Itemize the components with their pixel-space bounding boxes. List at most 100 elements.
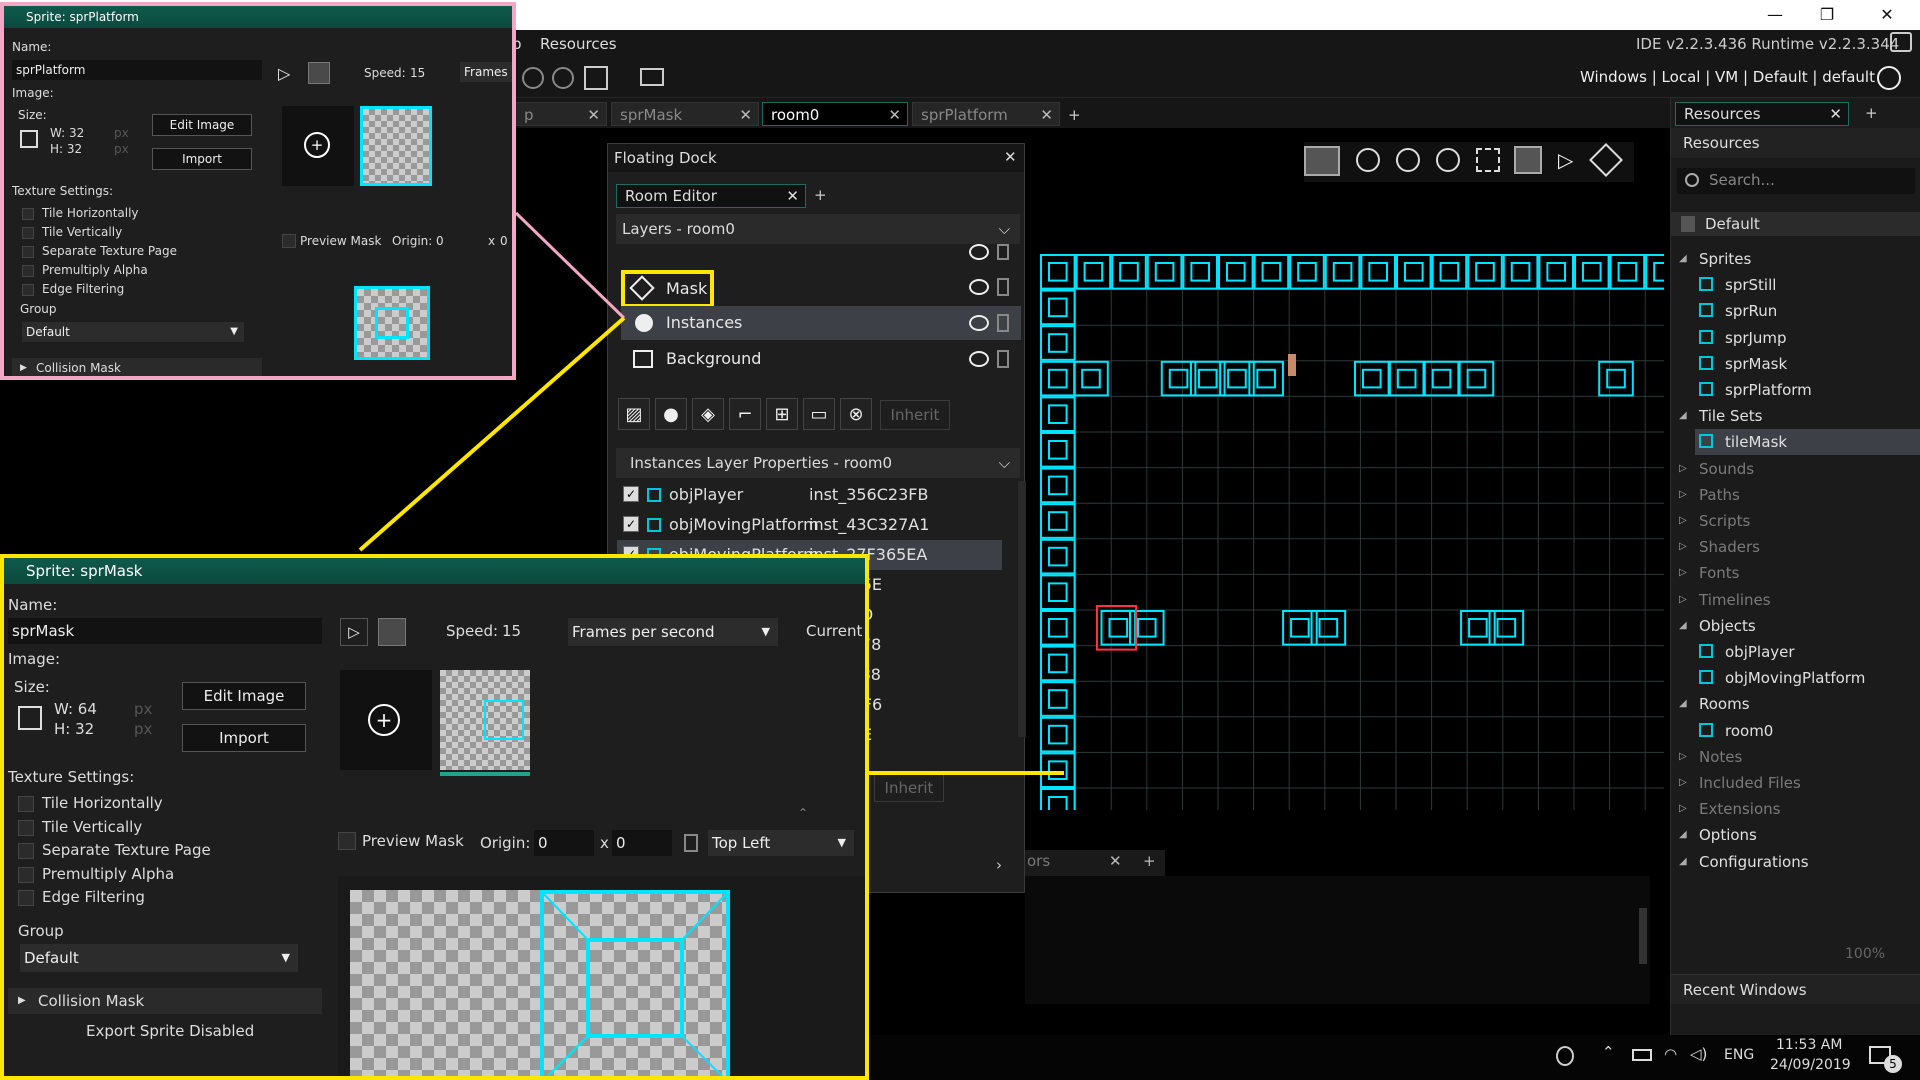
resource-item[interactable]: ◢ Configurations <box>1679 849 1920 875</box>
volume-icon[interactable]: ◁) <box>1690 1045 1707 1063</box>
grid-toggle-icon[interactable] <box>1304 146 1340 176</box>
menu-item-resources[interactable]: Resources <box>540 35 617 53</box>
wifi-icon[interactable]: ◠ <box>1664 1045 1677 1063</box>
collapse-icon[interactable]: ⌃ <box>798 806 808 820</box>
target-settings-icon[interactable] <box>1877 66 1901 90</box>
close-icon[interactable]: ✕ <box>888 103 901 127</box>
resource-item[interactable]: sprJump <box>1695 325 1920 351</box>
add-tab-button[interactable]: + <box>1865 104 1878 122</box>
close-icon[interactable]: ✕ <box>1829 103 1842 125</box>
origin-y-input[interactable]: 0 <box>612 830 672 856</box>
lock-icon[interactable] <box>997 350 1009 368</box>
texture-option[interactable]: Premultiply Alpha <box>22 263 322 282</box>
play-icon[interactable]: ▷ <box>340 618 368 646</box>
option-checkbox[interactable] <box>22 246 34 258</box>
resource-item[interactable]: sprMask <box>1695 351 1920 377</box>
chevron-down-icon[interactable]: ⌵ <box>999 448 1010 478</box>
option-checkbox[interactable] <box>18 890 34 906</box>
option-checkbox[interactable] <box>18 866 34 883</box>
clock-date[interactable]: 24/09/2019 <box>1770 1057 1851 1073</box>
search-input[interactable]: Search... <box>1677 168 1915 194</box>
close-icon[interactable]: ✕ <box>739 103 752 127</box>
loop-icon[interactable] <box>308 62 330 84</box>
add-frame-button[interactable]: + <box>340 670 432 770</box>
layer-row-instances[interactable]: Instances <box>621 306 1021 340</box>
option-checkbox[interactable] <box>22 284 34 296</box>
properties-header[interactable]: Instances Layer Properties - room0 ⌵ <box>616 448 1020 478</box>
view-frame-icon[interactable] <box>1514 146 1542 174</box>
zoom-in-icon[interactable] <box>1436 148 1460 172</box>
eye-icon[interactable] <box>969 244 989 260</box>
resource-item[interactable]: ◢ Options <box>1679 822 1920 848</box>
add-asset-layer-icon[interactable]: ⊞ <box>766 398 798 430</box>
resource-item[interactable]: objPlayer <box>1695 639 1920 665</box>
zoom-in-icon[interactable] <box>552 67 574 89</box>
texture-option[interactable]: Tile Horizontally <box>18 794 318 818</box>
battery-icon[interactable] <box>1632 1049 1652 1061</box>
frames-unit-select[interactable]: Frames per second ▼ <box>568 618 778 646</box>
restore-button[interactable]: ❐ <box>1804 0 1850 30</box>
add-tab-button[interactable]: + <box>1068 106 1081 124</box>
sprite-name-field[interactable]: sprPlatform <box>12 60 262 80</box>
loop-icon[interactable] <box>378 618 406 646</box>
recent-windows[interactable]: Recent Windows <box>1671 974 1920 1004</box>
edit-image-button[interactable]: Edit Image <box>182 682 306 710</box>
close-icon[interactable]: ✕ <box>1040 103 1053 127</box>
edit-image-button[interactable]: Edit Image <box>152 114 252 136</box>
add-tile-layer-icon[interactable]: ◈ <box>692 398 724 430</box>
import-button[interactable]: Import <box>152 148 252 170</box>
chevron-down-icon[interactable]: ⌵ <box>999 214 1010 244</box>
add-instance-layer-icon[interactable]: ● <box>655 398 687 430</box>
resize-icon[interactable] <box>20 130 38 148</box>
tab-room0[interactable]: room0 ✕ <box>762 102 908 126</box>
sprite-frame-thumbnail[interactable] <box>360 106 432 186</box>
play-icon[interactable]: ▷ <box>278 64 290 83</box>
close-icon[interactable]: ✕ <box>1109 852 1122 870</box>
texture-option[interactable]: Premultiply Alpha <box>18 865 318 889</box>
bottom-tab[interactable]: ors ✕ + <box>1025 850 1165 876</box>
people-icon[interactable] <box>1556 1046 1574 1066</box>
close-icon[interactable]: ✕ <box>587 103 600 127</box>
layer-row-background[interactable]: Background <box>621 342 1021 376</box>
close-icon[interactable]: ✕ <box>786 185 799 207</box>
grid-snap-icon[interactable] <box>584 66 608 90</box>
clock-time[interactable]: 11:53 AM <box>1776 1037 1842 1053</box>
close-icon[interactable]: ✕ <box>1004 148 1017 166</box>
default-group[interactable]: Default <box>1671 212 1920 236</box>
texture-option[interactable]: Edge Filtering <box>18 888 318 912</box>
chat-icon[interactable] <box>1890 32 1912 52</box>
resource-item[interactable]: ◢ Sprites <box>1679 246 1920 272</box>
zoom-out-icon[interactable] <box>522 67 544 89</box>
collision-mask-section[interactable]: ▶ Collision Mask <box>8 988 322 1014</box>
resource-item[interactable]: objMovingPlatform <box>1695 665 1920 691</box>
resource-item[interactable]: sprStill <box>1695 272 1920 298</box>
eye-icon[interactable] <box>969 315 989 331</box>
origin-preset-select[interactable]: Top Left ▼ <box>708 830 854 856</box>
add-path-layer-icon[interactable]: ⌐ <box>729 398 761 430</box>
inherit-button[interactable]: Inherit <box>880 400 950 430</box>
origin-y-value[interactable]: 0 <box>500 234 508 248</box>
instance-row[interactable]: ✓ objMovingPlatform inst_43C327A1 <box>617 510 1002 540</box>
tab-sprplatform[interactable]: sprPlatform ✕ <box>912 102 1060 126</box>
resource-item[interactable]: ▷ Fonts <box>1679 560 1920 586</box>
frames-unit-select[interactable]: Frames p <box>460 62 512 82</box>
add-background-layer-icon[interactable]: ▨ <box>618 398 650 430</box>
add-tab-button[interactable]: + <box>814 186 827 204</box>
language-indicator[interactable]: ENG <box>1724 1047 1754 1063</box>
layer-row-mask[interactable]: Mask <box>621 270 1021 308</box>
monitor-icon[interactable] <box>640 68 664 86</box>
lock-icon[interactable] <box>997 244 1009 260</box>
lock-icon[interactable] <box>997 314 1009 332</box>
play-icon[interactable]: ▷ <box>1558 148 1573 172</box>
scrollbar[interactable] <box>1639 908 1647 964</box>
fit-to-screen-icon[interactable] <box>1476 148 1500 172</box>
speed-value[interactable]: 15 <box>502 622 521 640</box>
tab-resources[interactable]: Resources ✕ <box>1675 102 1849 126</box>
delete-layer-icon[interactable]: ⊗ <box>840 398 872 430</box>
resource-item[interactable]: ▷ Paths <box>1679 482 1920 508</box>
resource-item[interactable]: sprPlatform <box>1695 377 1920 403</box>
option-checkbox[interactable] <box>22 227 34 239</box>
texture-option[interactable]: Separate Texture Page <box>18 841 318 865</box>
instance-checkbox[interactable]: ✓ <box>623 486 639 502</box>
resource-item[interactable]: ▷ Sounds <box>1679 456 1920 482</box>
